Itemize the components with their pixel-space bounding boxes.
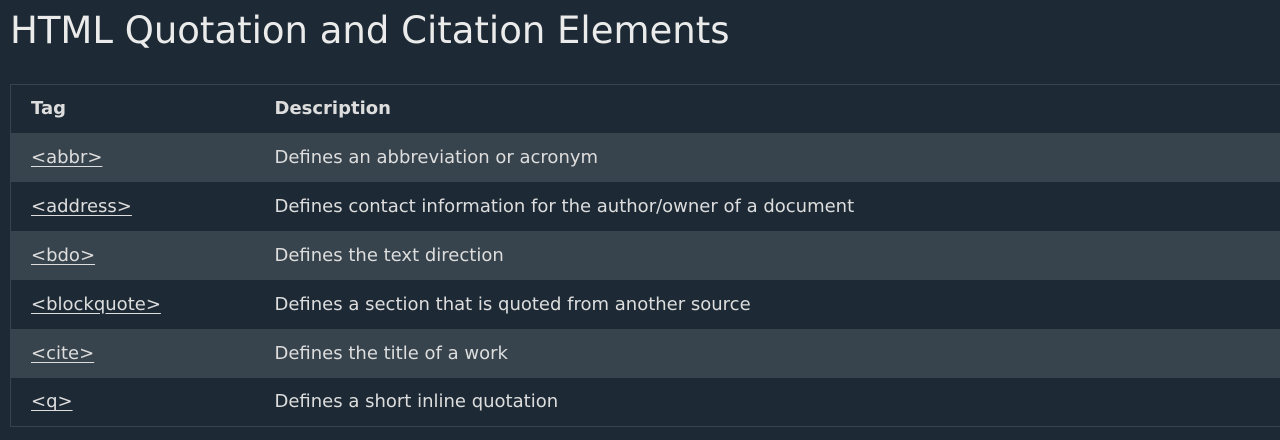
page: HTML Quotation and Citation Elements Tag… — [0, 0, 1280, 440]
page-title: HTML Quotation and Citation Elements — [10, 9, 730, 52]
description-cell: Defines the title of a work — [254, 328, 1280, 378]
table-row: <bdo> Defines the text direction — [10, 230, 1280, 280]
tag-cell: <address> — [10, 181, 255, 231]
tag-cell: <abbr> — [10, 132, 255, 182]
reference-table: Tag Description <abbr> Defines an abbrev… — [10, 84, 1280, 427]
header-description: Description — [254, 84, 1280, 133]
description-cell: Defines an abbreviation or acronym — [254, 132, 1280, 182]
table-row: <cite> Defines the title of a work — [10, 328, 1280, 378]
table-row: <q> Defines a short inline quotation — [10, 377, 1280, 427]
tag-link-cite[interactable]: <cite> — [31, 343, 94, 364]
table-row: <address> Defines contact information fo… — [10, 181, 1280, 231]
description-cell: Defines a short inline quotation — [254, 377, 1280, 427]
tag-cell: <cite> — [10, 328, 255, 378]
table-header-row: Tag Description — [10, 84, 1280, 133]
tag-link-blockquote[interactable]: <blockquote> — [31, 294, 161, 315]
tag-cell: <bdo> — [10, 230, 255, 280]
table-row: <blockquote> Defines a section that is q… — [10, 279, 1280, 329]
description-cell: Defines contact information for the auth… — [254, 181, 1280, 231]
tag-cell: <blockquote> — [10, 279, 255, 329]
tag-link-bdo[interactable]: <bdo> — [31, 245, 95, 266]
tag-link-address[interactable]: <address> — [31, 196, 132, 217]
table-row: <abbr> Defines an abbreviation or acrony… — [10, 132, 1280, 182]
tag-link-q[interactable]: <q> — [31, 391, 73, 412]
description-cell: Defines the text direction — [254, 230, 1280, 280]
tag-link-abbr[interactable]: <abbr> — [31, 147, 102, 168]
description-cell: Defines a section that is quoted from an… — [254, 279, 1280, 329]
tag-cell: <q> — [10, 377, 255, 427]
header-tag: Tag — [10, 84, 255, 133]
